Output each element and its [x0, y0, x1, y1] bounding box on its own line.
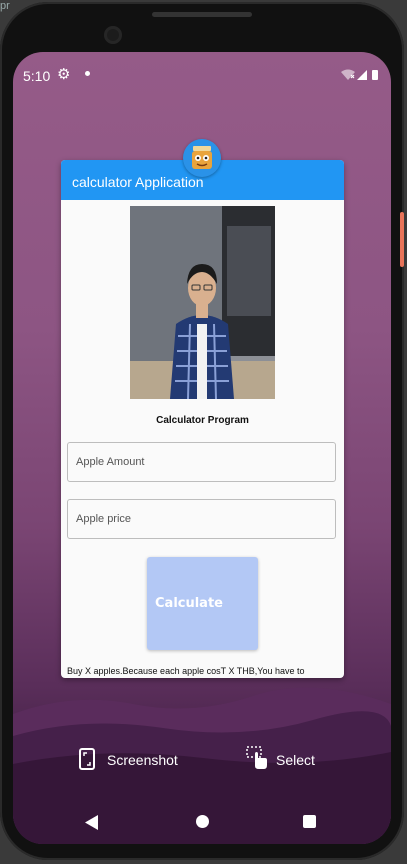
apple-amount-input[interactable]: [68, 443, 335, 481]
background-text-fragment-bottom: [0, 854, 407, 864]
status-icons: [341, 68, 381, 86]
calculate-button[interactable]: Calculate: [147, 557, 258, 650]
power-button: [400, 212, 404, 267]
select-icon: [246, 746, 267, 769]
signal-icon: [357, 70, 367, 80]
apple-amount-field[interactable]: [67, 442, 336, 482]
floating-app-icon[interactable]: [183, 139, 221, 177]
result-message: Buy X apples.Because each apple cosT X T…: [67, 666, 305, 676]
front-camera: [104, 26, 122, 44]
battery-icon: [372, 70, 378, 80]
background-text-fragment: pr: [0, 0, 10, 12]
earpiece-speaker: [152, 12, 252, 17]
apple-price-input[interactable]: [68, 500, 335, 538]
settings-icon: ⚙: [57, 66, 71, 83]
status-bar: 5:10 ⚙: [13, 52, 391, 96]
screenshot-icon: [79, 748, 95, 770]
phone-device: 5:10 ⚙ calculator Application Calculator…: [0, 2, 404, 860]
status-time: 5:10: [23, 68, 51, 84]
screenshot-label: Screenshot: [107, 752, 178, 768]
profile-photo: [130, 206, 275, 399]
wifi-icon: [341, 69, 355, 80]
capture-toolbar: Screenshot Select: [13, 742, 391, 778]
recents-icon[interactable]: [303, 815, 316, 828]
notification-dot-icon: [85, 71, 90, 76]
home-icon[interactable]: [196, 815, 209, 828]
apple-price-field[interactable]: [67, 499, 336, 539]
back-icon[interactable]: [85, 815, 99, 830]
navigation-bar: [13, 804, 391, 840]
phone-screen: 5:10 ⚙ calculator Application Calculator…: [13, 52, 391, 844]
jar-character-icon: [192, 146, 212, 169]
program-title: Calculator Program: [156, 415, 249, 426]
select-label: Select: [276, 752, 315, 768]
app-window: calculator Application Calculator Progra…: [61, 160, 344, 678]
